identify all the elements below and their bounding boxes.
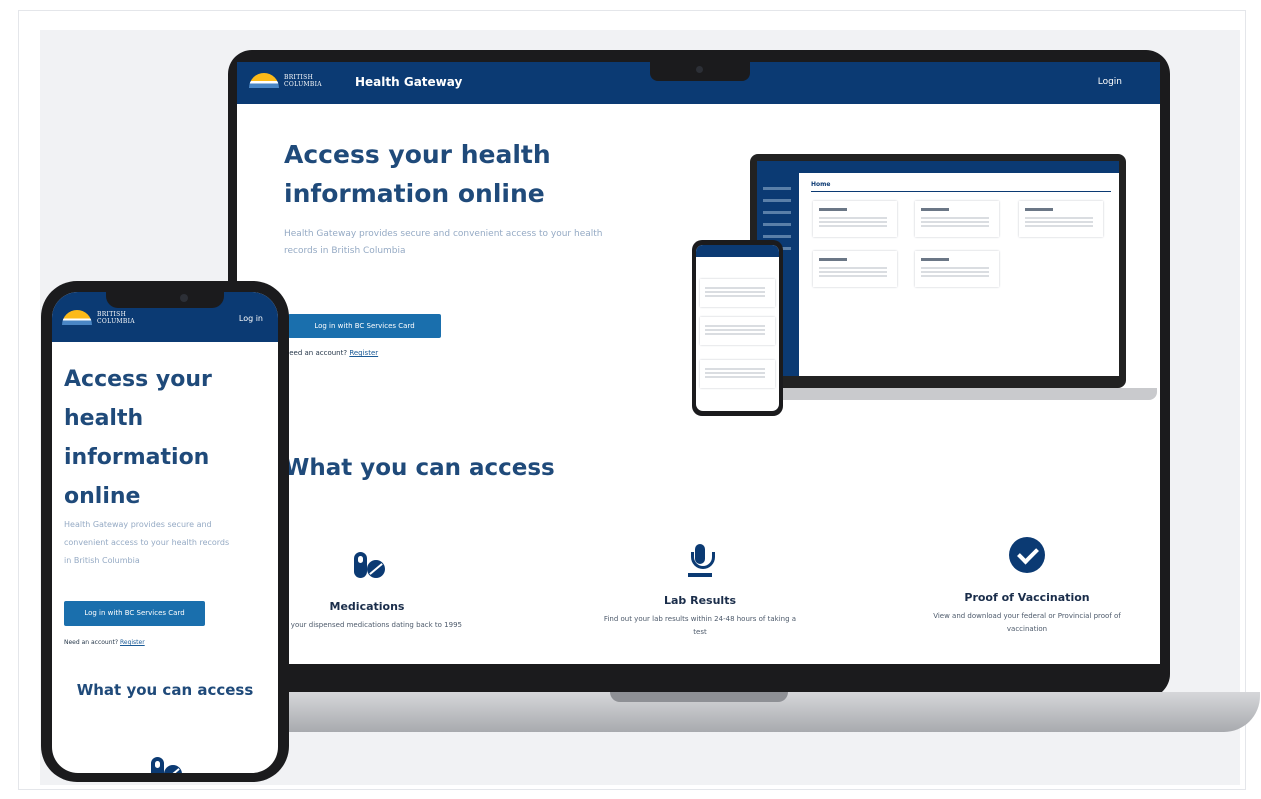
mini-phone-card bbox=[700, 317, 775, 345]
mini-card bbox=[1019, 201, 1103, 237]
mini-sidebar-item bbox=[763, 211, 791, 214]
mobile-register-link[interactable]: Register bbox=[120, 639, 145, 646]
laptop-hinge-groove bbox=[610, 692, 788, 702]
bc-sun-icon bbox=[62, 310, 92, 325]
laptop-chin bbox=[237, 664, 1160, 694]
mini-sidebar-item bbox=[763, 223, 791, 226]
mini-phone-illustration bbox=[692, 240, 783, 416]
feature-title: Lab Results bbox=[663, 594, 737, 607]
logo-line-1: BRITISH bbox=[284, 73, 314, 81]
phone-screen: BRITISH COLUMBIA Log in Access your heal… bbox=[52, 292, 278, 773]
mini-card bbox=[915, 251, 999, 287]
feature-description: View your dispensed medications dating b… bbox=[271, 621, 463, 629]
feature-title: Proof of Vaccination bbox=[964, 591, 1090, 604]
pills-icon bbox=[347, 546, 387, 586]
mobile-hero-description: Health Gateway provides secure and conve… bbox=[64, 520, 230, 565]
mini-sidebar-item bbox=[763, 199, 791, 202]
laptop-camera-notch bbox=[650, 60, 750, 81]
feature-description: View and download your federal or Provin… bbox=[933, 612, 1121, 633]
check-circle-icon bbox=[1007, 537, 1047, 577]
need-account-text: Need an account? bbox=[64, 639, 119, 646]
logo-line-2: COLUMBIA bbox=[97, 317, 135, 325]
mini-phone-card bbox=[700, 279, 775, 307]
mini-home-label: Home bbox=[811, 181, 831, 188]
pills-icon bbox=[144, 751, 184, 773]
feature-proof-of-vaccination[interactable]: Proof of Vaccination View and download y… bbox=[927, 537, 1127, 636]
hero-description: Health Gateway provides secure and conve… bbox=[284, 229, 603, 256]
bc-services-card-login-button[interactable]: Log in with BC Services Card bbox=[288, 314, 441, 338]
bc-gov-logo[interactable]: BRITISH COLUMBIA bbox=[249, 73, 322, 88]
logo-line-2: COLUMBIA bbox=[284, 80, 322, 88]
mini-card bbox=[813, 251, 897, 287]
mini-phone-card bbox=[700, 360, 775, 388]
mobile-hero-title: Access your health information online bbox=[64, 367, 212, 509]
feature-description: Find out your lab results within 24-48 h… bbox=[603, 615, 797, 636]
laptop-screen: BRITISH COLUMBIA Health Gateway Login Ac… bbox=[237, 62, 1160, 664]
mini-laptop-illustration: Home bbox=[750, 154, 1126, 388]
mini-laptop-screen: Home bbox=[757, 161, 1119, 376]
mobile-what-you-can-access-heading: What you can access bbox=[76, 681, 254, 699]
register-link[interactable]: Register bbox=[349, 349, 378, 357]
feature-title: Medications bbox=[329, 600, 405, 613]
mini-card bbox=[915, 201, 999, 237]
feature-medications[interactable]: Medications View your dispensed medicati… bbox=[267, 546, 467, 632]
mobile-login-link[interactable]: Log in bbox=[239, 314, 263, 323]
feature-lab-results[interactable]: Lab Results Find out your lab results wi… bbox=[600, 540, 800, 639]
mini-divider bbox=[811, 191, 1111, 192]
mobile-bc-services-card-login-button[interactable]: Log in with BC Services Card bbox=[64, 601, 205, 626]
microscope-icon bbox=[680, 540, 720, 580]
mobile-need-account-prompt: Need an account? Register bbox=[64, 639, 145, 646]
app-title[interactable]: Health Gateway bbox=[355, 75, 462, 89]
mini-sidebar-item bbox=[763, 187, 791, 190]
mini-card bbox=[813, 201, 897, 237]
bc-gov-logo-mobile[interactable]: BRITISH COLUMBIA bbox=[62, 310, 135, 325]
bc-logo-text: BRITISH COLUMBIA bbox=[284, 74, 322, 88]
mini-header bbox=[757, 161, 1119, 173]
bc-sun-icon bbox=[249, 73, 279, 88]
need-account-prompt: Need an account? Register bbox=[284, 349, 378, 357]
login-link[interactable]: Login bbox=[1098, 77, 1122, 87]
hero-title: Access your health information online bbox=[284, 140, 551, 208]
mini-laptop-base bbox=[739, 388, 1157, 400]
mini-sidebar-item bbox=[763, 235, 791, 238]
what-you-can-access-heading: What you can access bbox=[284, 455, 555, 481]
bc-logo-text: BRITISH COLUMBIA bbox=[97, 311, 135, 325]
need-account-text: Need an account? bbox=[284, 349, 348, 357]
logo-line-1: BRITISH bbox=[97, 310, 127, 318]
phone-notch bbox=[106, 288, 224, 308]
mini-phone-screen bbox=[696, 245, 779, 411]
mini-phone-header bbox=[696, 245, 779, 257]
